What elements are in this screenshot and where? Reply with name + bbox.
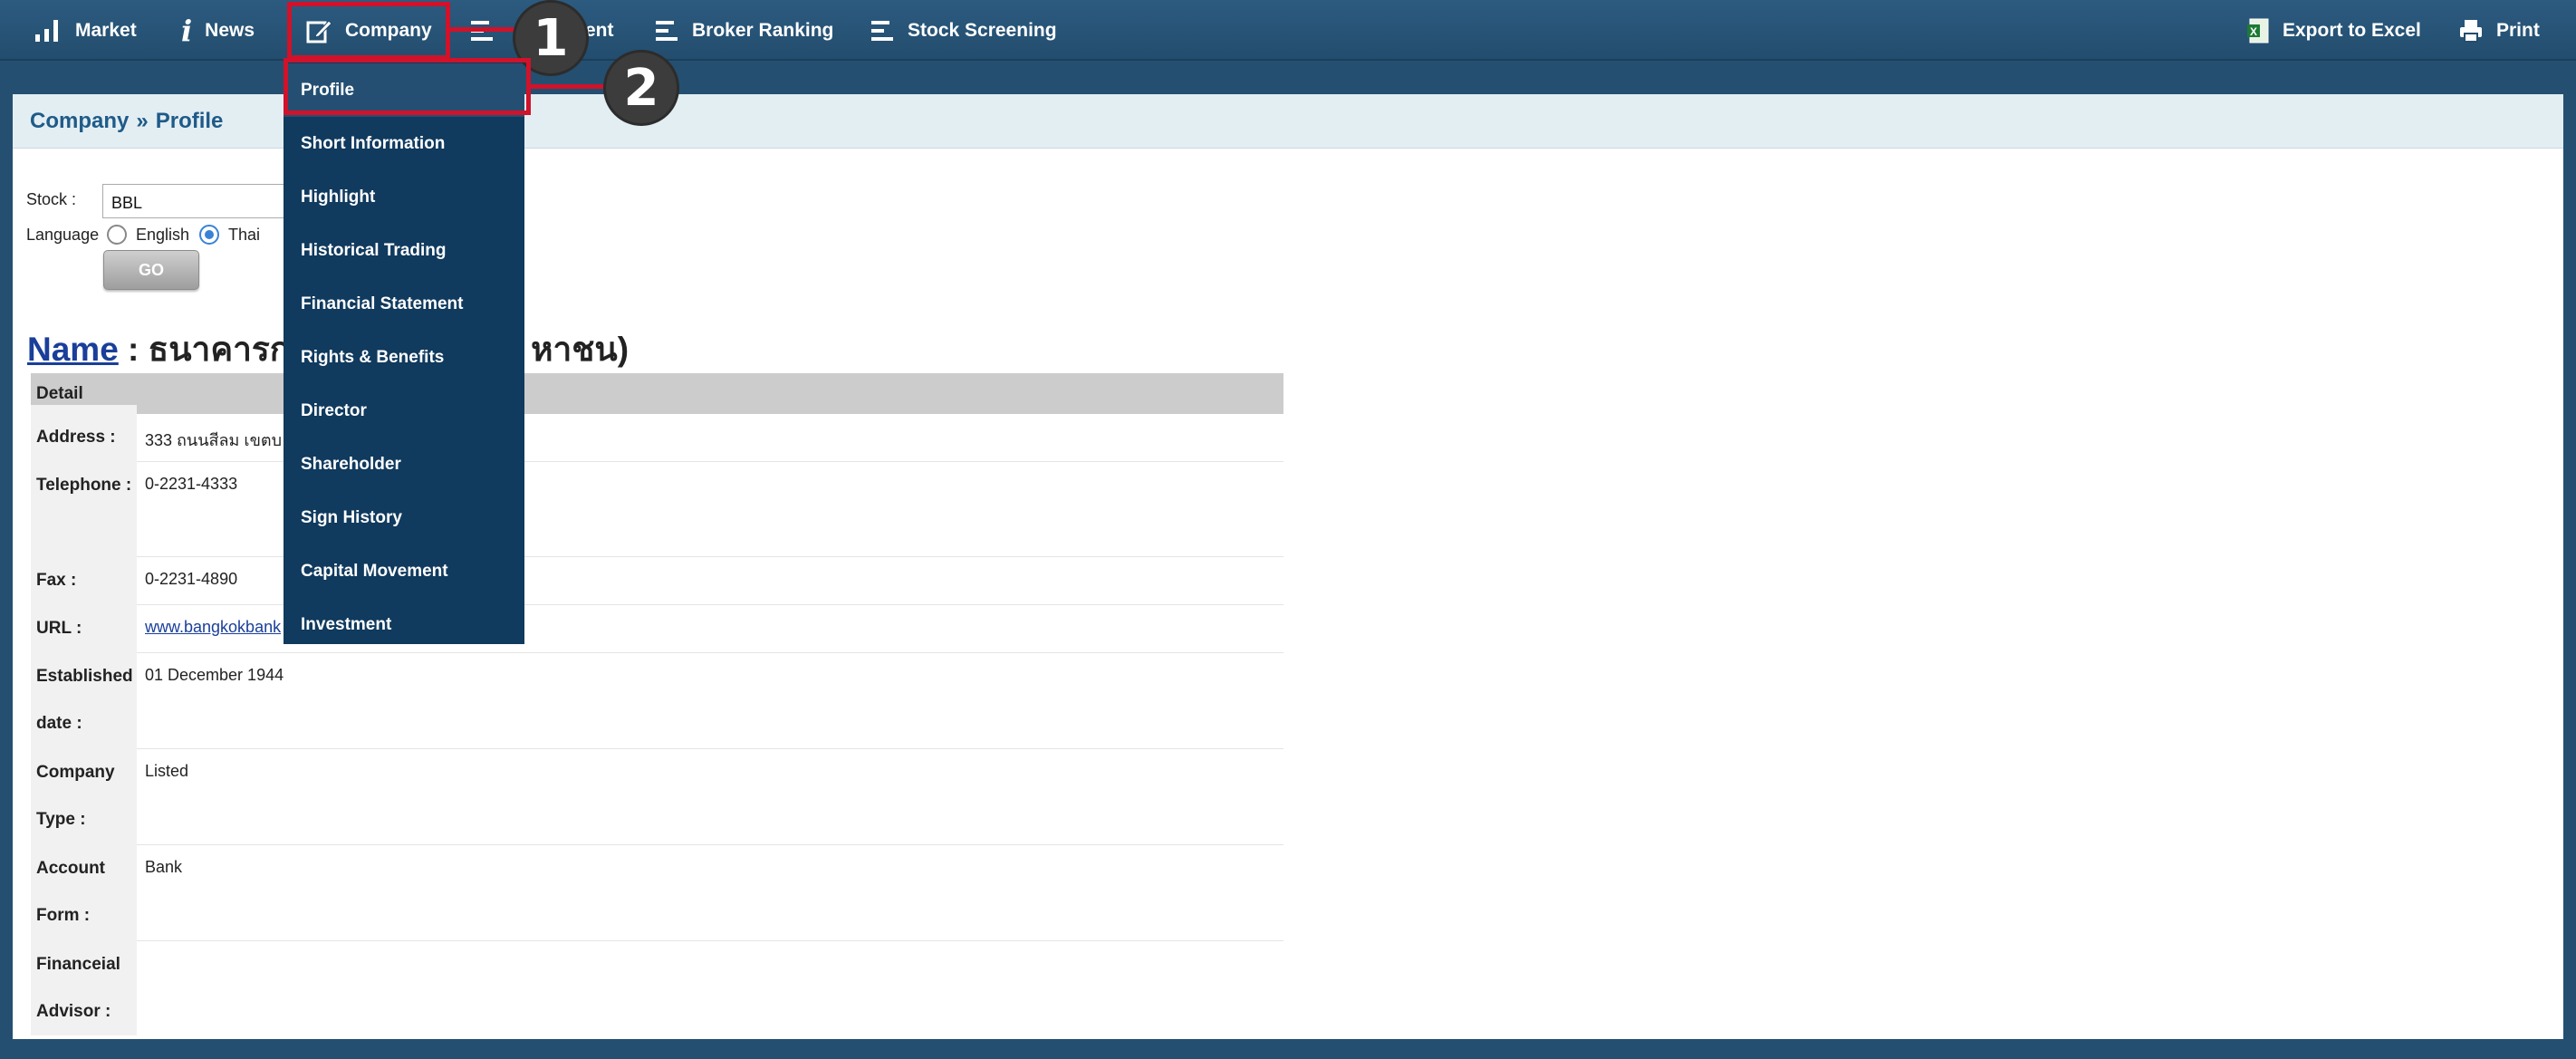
nav-market-label: Market <box>75 19 137 41</box>
highlight-company-box <box>287 2 450 60</box>
table-row: URL : www.bangkokbank <box>31 596 1283 653</box>
row-label: Account Form : <box>31 836 137 940</box>
detail-table: Detail Address : 333 ถนนสีลม เขตบ Teleph… <box>31 373 1283 1035</box>
table-row: Address : 333 ถนนสีลม เขตบ <box>31 405 1283 462</box>
nav-news[interactable]: i News <box>181 0 255 61</box>
nav-broker-ranking[interactable]: Broker Ranking <box>654 0 833 61</box>
nav-stock-screening-label: Stock Screening <box>908 19 1057 41</box>
list-icon <box>654 18 679 43</box>
detail-header: Detail <box>31 373 1283 414</box>
breadcrumb-separator: » <box>136 109 149 133</box>
menu-item-historical-trading[interactable]: Historical Trading <box>284 224 524 277</box>
language-label: Language <box>26 226 100 244</box>
row-value: 333 ถนนสีลม เขตบ <box>145 431 282 449</box>
name-value-left: ธนาคารก <box>148 331 291 368</box>
printer-icon <box>2458 18 2484 43</box>
table-row: Company Type : Listed <box>31 740 1283 845</box>
row-label: Financeial Advisor : <box>31 932 137 1035</box>
company-url-link[interactable]: www.bangkokbank <box>145 618 281 636</box>
print-button[interactable]: Print <box>2458 0 2540 61</box>
row-label: Company Type : <box>31 740 137 844</box>
stock-input[interactable]: BBL <box>102 184 302 218</box>
export-excel-label: Export to Excel <box>2283 19 2421 41</box>
row-value: 0-2231-4333 <box>145 475 238 493</box>
table-row: Fax : 0-2231-4890 <box>31 548 1283 605</box>
nav-broker-ranking-label: Broker Ranking <box>692 19 834 41</box>
callout-connector-1 <box>450 27 519 32</box>
breadcrumb-page: Profile <box>155 109 224 133</box>
table-row: Established date : 01 December 1944 <box>31 644 1283 749</box>
nav-statement-label: ent <box>585 19 614 41</box>
go-button[interactable]: GO <box>103 250 199 290</box>
row-value: Listed <box>145 762 189 780</box>
nav-market[interactable]: Market <box>34 0 137 61</box>
nav-stock-screening[interactable]: Stock Screening <box>870 0 1057 61</box>
row-value: 01 December 1944 <box>145 666 284 684</box>
print-label: Print <box>2496 19 2540 41</box>
table-row: Account Form : Bank <box>31 836 1283 941</box>
row-value: 0-2231-4890 <box>145 570 238 588</box>
svg-text:X: X <box>2250 25 2257 38</box>
row-value: www.bangkokbank <box>137 605 281 652</box>
company-dropdown-menu: Profile Short Information Highlight Hist… <box>284 61 524 644</box>
thai-radio[interactable] <box>199 225 219 245</box>
breadcrumb-section[interactable]: Company <box>30 109 129 134</box>
info-icon: i <box>181 13 193 48</box>
bar-chart-icon <box>34 18 62 43</box>
english-label: English <box>136 226 190 244</box>
menu-item-short-information[interactable]: Short Information <box>284 117 524 170</box>
excel-icon: X <box>2246 18 2270 43</box>
menu-item-rights-benefits[interactable]: Rights & Benefits <box>284 331 524 384</box>
breadcrumb: Company » Profile <box>30 109 223 134</box>
name-link[interactable]: Name <box>27 331 119 368</box>
menu-item-director[interactable]: Director <box>284 384 524 438</box>
menu-item-financial-statement[interactable]: Financial Statement <box>284 277 524 331</box>
menu-item-highlight[interactable]: Highlight <box>284 170 524 224</box>
english-radio[interactable] <box>107 225 127 245</box>
menu-item-shareholder[interactable]: Shareholder <box>284 438 524 491</box>
callout-connector-2 <box>531 84 612 89</box>
menu-item-investment[interactable]: Investment <box>284 598 524 651</box>
row-value <box>137 941 145 1035</box>
row-label: Established date : <box>31 644 137 748</box>
row-label: Telephone : <box>31 453 137 556</box>
menu-item-sign-history[interactable]: Sign History <box>284 491 524 544</box>
list-icon <box>870 18 895 43</box>
menu-item-capital-movement[interactable]: Capital Movement <box>284 544 524 598</box>
highlight-profile-box <box>284 58 531 115</box>
name-separator: : <box>118 331 149 368</box>
export-excel-button[interactable]: X Export to Excel <box>2246 0 2421 61</box>
stock-label: Stock : <box>26 190 77 208</box>
thai-label: Thai <box>228 226 261 244</box>
row-value: Bank <box>145 858 183 876</box>
callout-2: 2 <box>603 50 679 126</box>
name-value-right: หาชน) <box>531 331 630 368</box>
table-row: Financeial Advisor : <box>31 932 1283 1035</box>
nav-news-label: News <box>205 19 255 41</box>
table-row: Telephone : 0-2231-4333 <box>31 453 1283 557</box>
